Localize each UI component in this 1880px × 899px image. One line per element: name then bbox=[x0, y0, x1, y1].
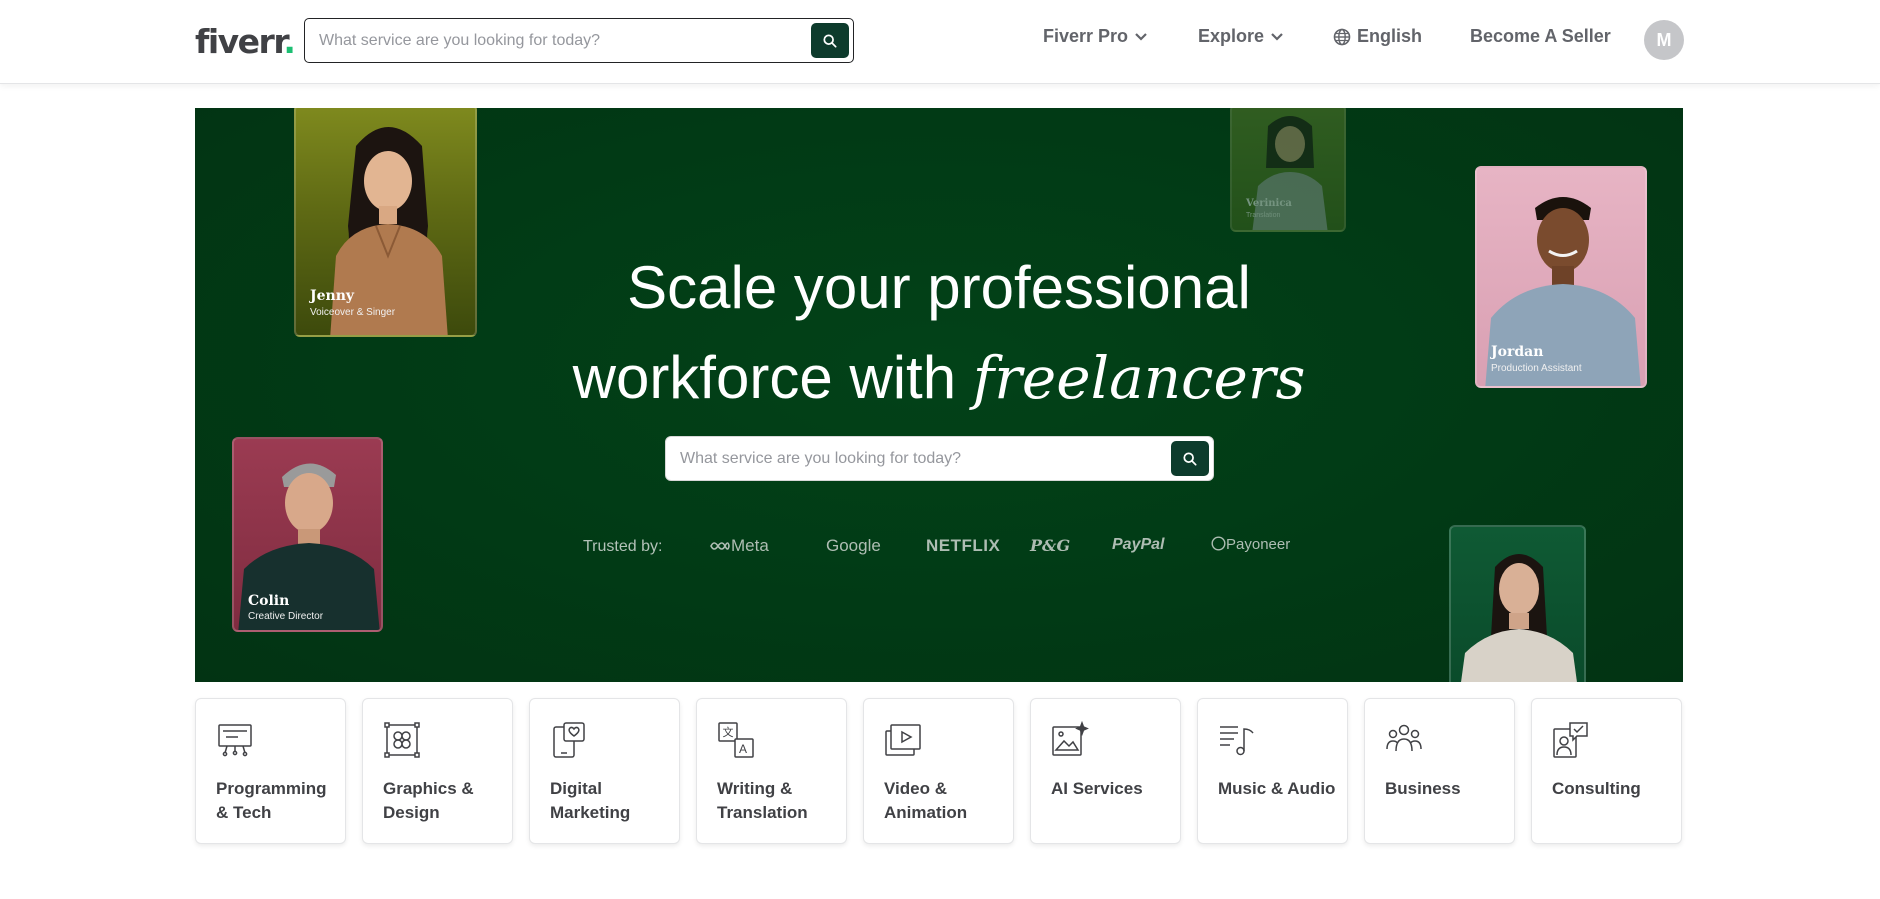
category-music-audio[interactable]: Music & Audio bbox=[1197, 698, 1348, 844]
category-label: Graphics & Design bbox=[383, 779, 474, 822]
globe-icon bbox=[1333, 28, 1351, 45]
header-search-button[interactable] bbox=[811, 23, 849, 58]
category-writing-translation[interactable]: 文A Writing & Translation bbox=[696, 698, 847, 844]
trusted-by-label: Trusted by: bbox=[583, 538, 663, 555]
nav-fiverr-pro-label: Fiverr Pro bbox=[1043, 26, 1129, 46]
category-label: Consulting bbox=[1552, 779, 1641, 798]
nav-become-seller[interactable]: Become A Seller bbox=[1470, 26, 1611, 47]
svg-text:A: A bbox=[739, 742, 747, 756]
brand-netflix-logo: NETFLIX bbox=[926, 536, 1001, 555]
tablet-heart-icon bbox=[553, 722, 585, 758]
top-header: fiverr. Fiverr Pro Explore English Becom… bbox=[0, 0, 1880, 84]
nav-become-seller-label: Become A Seller bbox=[1470, 26, 1611, 46]
hero-title: Scale your professional workforce with f… bbox=[195, 243, 1683, 423]
category-label: Writing & Translation bbox=[717, 779, 808, 822]
consulting-chat-icon bbox=[1553, 722, 1588, 758]
hero-search-bar bbox=[665, 436, 1214, 481]
user-avatar[interactable]: M bbox=[1644, 20, 1684, 60]
payoneer-ring-icon bbox=[1211, 536, 1226, 551]
brand-pg-logo: P&G bbox=[1030, 536, 1071, 555]
category-ai-services[interactable]: AI Services bbox=[1030, 698, 1181, 844]
trusted-by-row: Trusted by: Meta Google NETFLIX P&G PayP… bbox=[195, 532, 1683, 562]
presentation-board-icon bbox=[218, 724, 252, 757]
search-icon bbox=[1183, 451, 1197, 466]
category-label: AI Services bbox=[1051, 779, 1143, 798]
freelancer-name: Verinica bbox=[1246, 198, 1292, 209]
translate-icon: 文A bbox=[718, 722, 754, 758]
hero-search-input[interactable] bbox=[680, 447, 1160, 471]
ai-image-sparkle-icon bbox=[1052, 721, 1089, 756]
category-graphics-design[interactable]: Graphics & Design bbox=[362, 698, 513, 844]
team-people-icon bbox=[1386, 724, 1422, 752]
music-note-icon bbox=[1220, 726, 1254, 756]
category-digital-marketing[interactable]: Digital Marketing bbox=[529, 698, 680, 844]
hero-banner: Jenny Voiceover & Singer Verinica Transl… bbox=[195, 108, 1683, 682]
meta-infinity-icon bbox=[710, 542, 730, 550]
category-video-animation[interactable]: Video & Animation bbox=[863, 698, 1014, 844]
hero-search-button[interactable] bbox=[1171, 441, 1209, 476]
search-icon bbox=[823, 33, 837, 48]
category-programming-tech[interactable]: Programming & Tech bbox=[195, 698, 346, 844]
svg-text:文: 文 bbox=[723, 725, 734, 739]
chevron-down-icon bbox=[1271, 32, 1283, 41]
nav-fiverr-pro[interactable]: Fiverr Pro bbox=[1043, 26, 1148, 47]
design-frame-icon bbox=[384, 722, 420, 758]
hero-title-line1: Scale your professional bbox=[627, 254, 1251, 321]
hero-title-line2: workforce with freelancers bbox=[572, 344, 1306, 412]
freelancer-role: Creative Director bbox=[248, 611, 324, 622]
video-play-icon bbox=[885, 724, 921, 756]
header-search-bar bbox=[304, 18, 854, 63]
hero-title-highlight: freelancers bbox=[972, 344, 1306, 412]
category-consulting[interactable]: Consulting bbox=[1531, 698, 1682, 844]
category-business[interactable]: Business bbox=[1364, 698, 1515, 844]
category-label: Programming & Tech bbox=[216, 779, 327, 822]
category-label: Video & Animation bbox=[884, 779, 968, 822]
category-label: Digital Marketing bbox=[550, 779, 631, 822]
brand-google-logo: Google bbox=[826, 536, 881, 555]
brand-meta-logo: Meta bbox=[709, 536, 769, 556]
fiverr-logo[interactable]: fiverr. bbox=[195, 22, 296, 61]
freelancer-name: Colin bbox=[248, 593, 290, 609]
nav-explore[interactable]: Explore bbox=[1198, 26, 1284, 47]
freelancer-card-verinica[interactable]: Verinica Translation bbox=[1230, 108, 1346, 232]
category-label: Business bbox=[1385, 779, 1461, 798]
nav-explore-label: Explore bbox=[1198, 26, 1265, 46]
brand-payoneer-logo: Payoneer bbox=[1211, 536, 1290, 553]
chevron-down-icon bbox=[1135, 32, 1147, 41]
header-search-input[interactable] bbox=[319, 29, 799, 53]
freelancer-role: Translation bbox=[1246, 212, 1281, 219]
nav-language-label: English bbox=[1357, 26, 1423, 46]
brand-paypal-logo: PayPal bbox=[1112, 536, 1165, 553]
category-label: Music & Audio bbox=[1218, 779, 1336, 798]
nav-language[interactable]: English bbox=[1333, 26, 1422, 47]
